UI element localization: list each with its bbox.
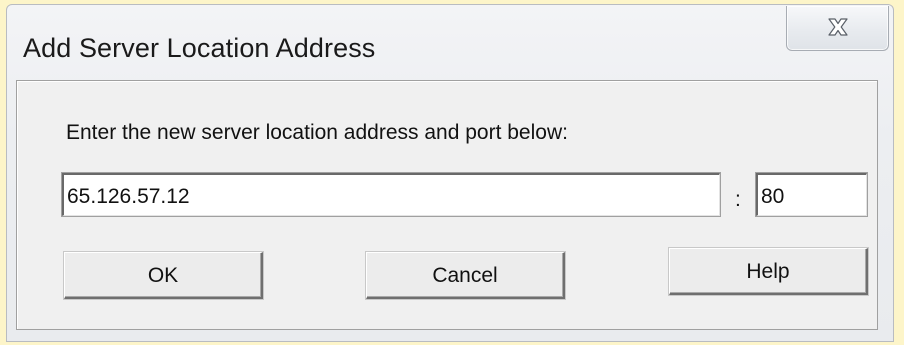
close-icon — [828, 18, 848, 36]
address-input[interactable] — [61, 172, 721, 217]
port-separator: : — [735, 188, 741, 211]
ok-button[interactable]: OK — [63, 251, 264, 300]
help-button[interactable]: Help — [668, 247, 869, 296]
close-button[interactable] — [786, 6, 889, 51]
cancel-button[interactable]: Cancel — [365, 251, 566, 300]
prompt-label: Enter the new server location address an… — [66, 121, 568, 144]
dialog-title: Add Server Location Address — [23, 33, 376, 63]
port-input[interactable] — [755, 172, 868, 217]
